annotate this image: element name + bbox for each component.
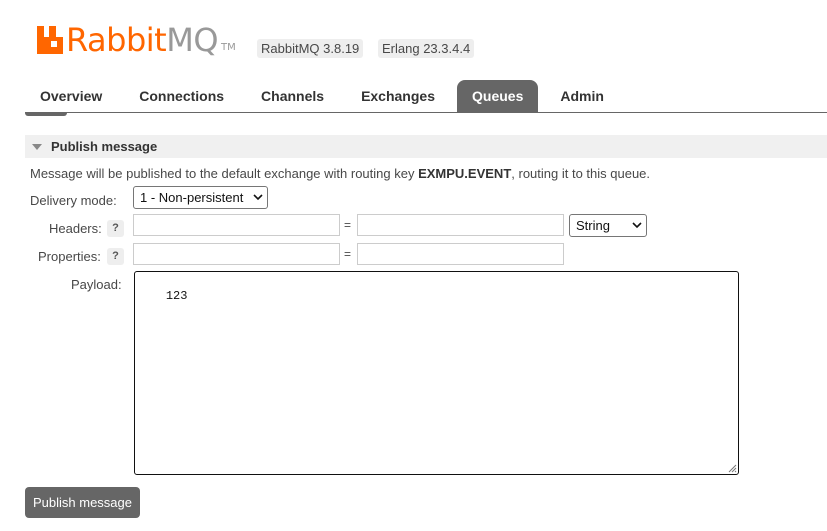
chevron-down-icon	[632, 222, 642, 229]
tab-connections[interactable]: Connections	[124, 80, 239, 112]
publish-message-section-toggle[interactable]: Publish message	[25, 135, 827, 158]
tab-overview[interactable]: Overview	[25, 80, 117, 112]
rabbitmq-logo[interactable]: RabbitMQ TM	[37, 22, 236, 58]
delivery-mode-select[interactable]: 1 - Non-persistent	[133, 186, 268, 209]
header-equals-sign: =	[344, 218, 352, 232]
section-title: Publish message	[51, 139, 158, 154]
triangle-down-icon	[32, 143, 42, 150]
chevron-down-icon	[253, 194, 263, 201]
header-value-input[interactable]	[357, 214, 564, 236]
property-value-input[interactable]	[357, 243, 564, 265]
logo-trademark: TM	[221, 42, 236, 53]
delivery-mode-label: Delivery mode:	[30, 193, 117, 208]
publish-message-button[interactable]: Publish message	[25, 487, 140, 518]
property-equals-sign: =	[344, 247, 352, 261]
tab-channels[interactable]: Channels	[246, 80, 339, 112]
header-type-select[interactable]: String	[569, 214, 647, 237]
logo-text: RabbitMQ	[66, 21, 218, 59]
tab-queues[interactable]: Queues	[457, 80, 539, 112]
resize-handle-icon[interactable]	[728, 464, 737, 473]
routing-key: EXMPU.EVENT	[418, 166, 512, 181]
tab-divider	[25, 112, 827, 113]
main-nav-tabs: Overview Connections Channels Exchanges …	[25, 80, 626, 112]
headers-help-icon[interactable]: ?	[107, 220, 124, 237]
tab-admin[interactable]: Admin	[545, 80, 619, 112]
erlang-version-badge: Erlang 23.3.4.4	[378, 39, 475, 58]
rabbitmq-version-badge: RabbitMQ 3.8.19	[257, 39, 364, 58]
page: RabbitMQ TM RabbitMQ 3.8.19 Erlang 23.3.…	[0, 0, 827, 531]
headers-label: Headers:	[49, 221, 102, 236]
properties-help-icon[interactable]: ?	[107, 248, 124, 265]
subtab-stub	[25, 113, 67, 116]
tab-exchanges[interactable]: Exchanges	[346, 80, 450, 112]
header-key-input[interactable]	[133, 214, 340, 236]
properties-label: Properties:	[38, 249, 101, 264]
publish-info-text: Message will be published to the default…	[30, 166, 651, 181]
payload-textarea[interactable]: 123	[134, 271, 739, 475]
property-key-input[interactable]	[133, 243, 340, 265]
rabbit-logo-icon	[37, 26, 63, 54]
payload-label: Payload:	[71, 277, 122, 292]
